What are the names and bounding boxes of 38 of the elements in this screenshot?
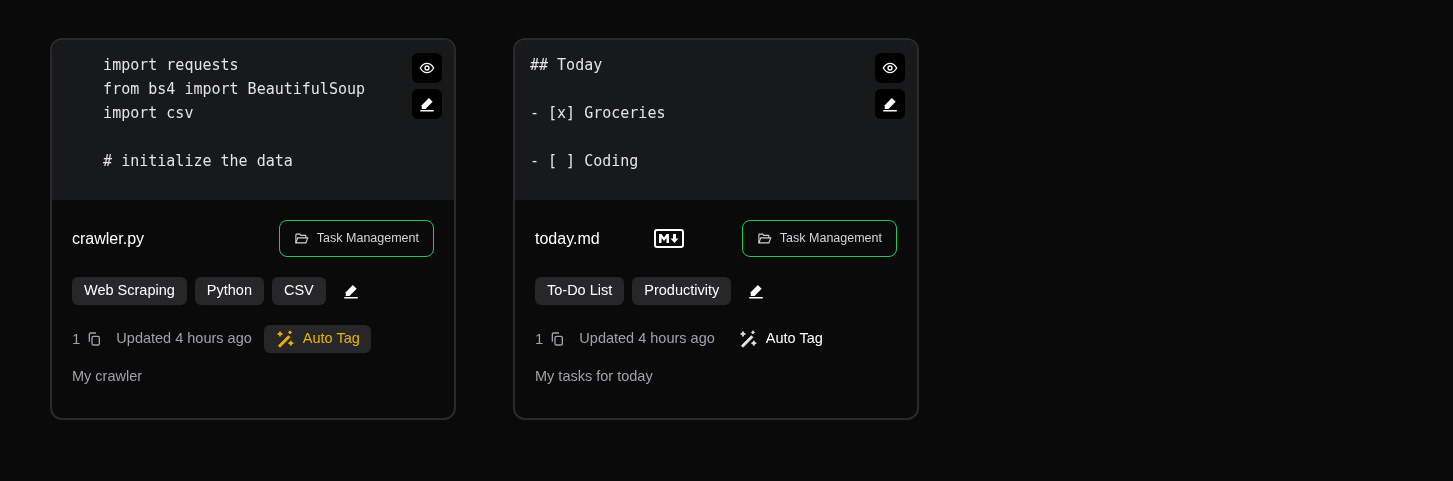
updated-time: Updated 4 hours ago: [116, 329, 252, 349]
pencil-icon: [341, 282, 360, 300]
magic-wand-icon: [737, 329, 758, 349]
tag-chip[interactable]: Web Scraping: [72, 277, 187, 305]
edit-tags-button[interactable]: [341, 282, 360, 300]
tag-chip[interactable]: Python: [194, 277, 264, 305]
eye-icon: [419, 60, 435, 76]
copy-count: 1: [535, 328, 544, 349]
pencil-icon: [881, 95, 899, 113]
folder-button[interactable]: Task Management: [278, 220, 434, 257]
eye-icon: [882, 60, 898, 76]
pencil-icon: [747, 282, 766, 300]
auto-tag-button[interactable]: Auto Tag: [263, 325, 371, 353]
copy-icon[interactable]: [549, 331, 566, 347]
description: My tasks for today: [535, 367, 654, 386]
tag-chip[interactable]: Productivity: [632, 277, 732, 305]
file-name: today.md: [535, 228, 600, 249]
tag-chip[interactable]: CSV: [271, 277, 326, 305]
magic-wand-icon: [274, 329, 295, 349]
copy-count: 1: [72, 328, 81, 349]
preview-button[interactable]: [412, 53, 442, 83]
file-name: crawler.py: [72, 228, 145, 249]
code-text: ## Today - [x] Groceries - [ ] Coding: [530, 55, 666, 172]
code-text: import requests from bs4 import BeautifulSoup import csv # initialize the data: [102, 55, 365, 172]
updated-time: Updated 4 hours ago: [579, 329, 715, 349]
preview-button[interactable]: [875, 53, 905, 83]
description: My crawler: [72, 367, 144, 386]
folder-icon: [756, 231, 772, 246]
copy-icon[interactable]: [86, 331, 103, 347]
folder-button[interactable]: Task Management: [741, 220, 897, 257]
markdown-icon: [653, 229, 684, 248]
edit-tags-button[interactable]: [747, 282, 766, 300]
auto-tag-button[interactable]: Auto Tag: [737, 325, 823, 353]
folder-icon: [293, 231, 309, 246]
pencil-icon: [418, 95, 436, 113]
edit-button[interactable]: [412, 89, 442, 119]
tag-chip[interactable]: To-Do List: [535, 277, 625, 305]
edit-button[interactable]: [875, 89, 905, 119]
